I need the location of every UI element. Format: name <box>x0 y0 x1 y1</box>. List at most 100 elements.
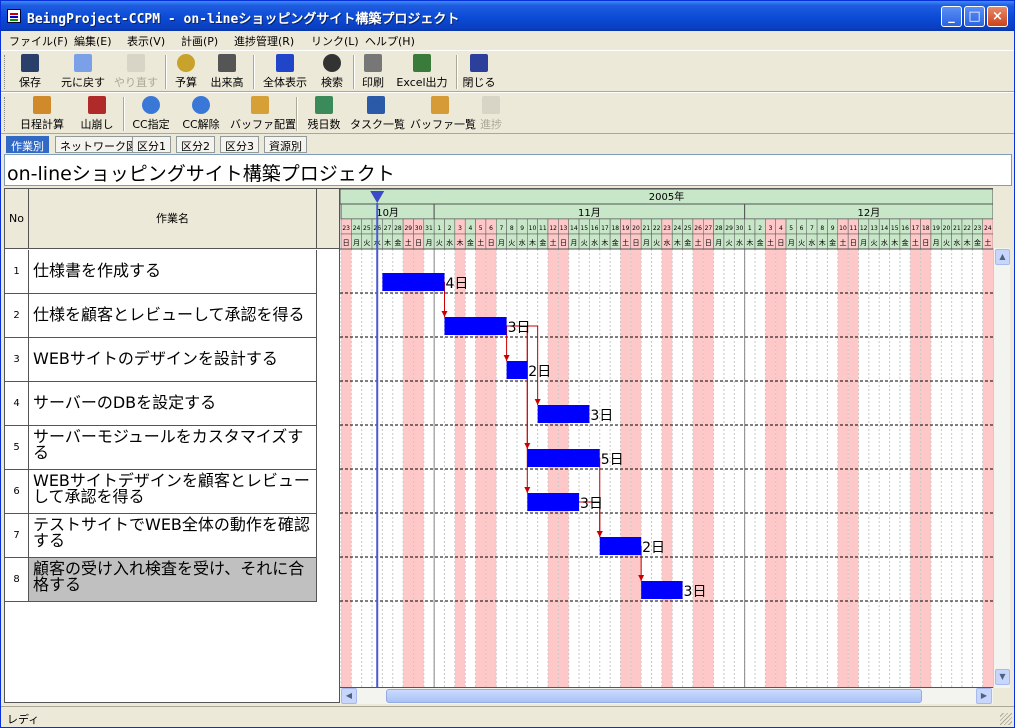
menu-plan[interactable]: 計画(P) <box>181 33 218 49</box>
table-row[interactable]: 1 仕様書を作成する <box>5 250 317 294</box>
year-label: 2005年 <box>649 190 684 203</box>
binoculars-icon <box>323 54 341 72</box>
progress-button[interactable]: 進捗 <box>476 96 506 134</box>
tab-category1[interactable]: 区分1 <box>132 136 171 153</box>
maximize-button[interactable]: □ <box>964 6 985 27</box>
gantt-svg[interactable]: 2005年10月11月12月23日24月25火26水27木28金29土30日31… <box>340 189 993 688</box>
menu-help[interactable]: ヘルプ(H) <box>365 33 415 49</box>
schedule-calc-button[interactable]: 日程計算 <box>13 96 71 134</box>
day-number: 9 <box>831 225 835 232</box>
table-row[interactable]: 2 仕様を顧客とレビューして承認を得る <box>5 294 317 338</box>
horizontal-scrollbar[interactable]: ◀ ▶ <box>340 688 993 704</box>
weekday-label: 木 <box>891 238 898 247</box>
view-tabs: 作業別 ネットワーク図 区分1 区分2 区分3 資源別 <box>1 135 1014 153</box>
menu-progress[interactable]: 進捗管理(R) <box>234 33 294 49</box>
print-button[interactable]: 印刷 <box>358 54 388 92</box>
menu-view[interactable]: 表示(V) <box>127 33 165 49</box>
task-bar <box>641 581 683 599</box>
earned-value-button[interactable]: 出来高 <box>206 54 248 92</box>
task-duration-label: 2日 <box>528 364 551 380</box>
day-number: 20 <box>943 225 951 232</box>
weekday-label: 日 <box>343 239 350 247</box>
table-row[interactable]: 3 WEBサイトのデザインを設計する <box>5 338 317 382</box>
day-number: 16 <box>591 225 599 232</box>
weekday-label: 月 <box>860 239 867 247</box>
table-row-selected[interactable]: 8 顧客の受け入れ検査を受け、それに合格する <box>5 558 317 602</box>
cc-clear-button[interactable]: CC解除 <box>178 96 224 134</box>
day-number: 6 <box>800 225 804 232</box>
menu-file[interactable]: ファイル(F) <box>9 33 68 49</box>
close-project-button[interactable]: 閉じる <box>462 54 496 92</box>
day-number: 24 <box>353 225 361 232</box>
toolbar-grip[interactable] <box>4 55 7 89</box>
gantt-chart[interactable]: 2005年10月11月12月23日24月25火26水27木28金29土30日31… <box>340 188 993 688</box>
day-number: 23 <box>974 225 982 232</box>
day-number: 30 <box>736 225 744 232</box>
remaining-days-icon <box>315 96 333 114</box>
excel-export-button[interactable]: Excel出力 <box>394 54 450 92</box>
day-number: 2 <box>758 225 762 232</box>
weekday-label: 木 <box>529 238 536 247</box>
tab-category3[interactable]: 区分3 <box>220 136 259 153</box>
buffer-list-button[interactable]: バッファ一覧 <box>410 96 476 134</box>
task-bar <box>382 273 445 291</box>
day-number: 1 <box>437 225 441 232</box>
scroll-down-button[interactable]: ▼ <box>995 669 1010 685</box>
cc-set-icon <box>142 96 160 114</box>
column-no[interactable]: No <box>5 189 29 249</box>
scroll-right-button[interactable]: ▶ <box>976 688 992 704</box>
weekday-label: 金 <box>757 238 764 247</box>
weekday-label: 土 <box>839 238 846 247</box>
scroll-up-button[interactable]: ▲ <box>995 249 1010 265</box>
dependency-arrowhead <box>441 311 448 317</box>
save-button[interactable]: 保存 <box>13 54 47 92</box>
task-duration-label: 5日 <box>601 452 624 468</box>
close-button[interactable]: × <box>987 6 1008 27</box>
table-row[interactable]: 6 WEBサイトデザインを顧客とレビューして承認を得る <box>5 470 317 514</box>
table-row[interactable]: 4 サーバーのDBを設定する <box>5 382 317 426</box>
day-number: 24 <box>674 225 682 232</box>
day-number: 17 <box>601 225 609 232</box>
scroll-left-button[interactable]: ◀ <box>341 688 357 704</box>
tab-network[interactable]: ネットワーク図 <box>55 136 142 153</box>
table-row[interactable]: 7 テストサイトでWEB全体の動作を確認する <box>5 514 317 558</box>
menu-edit[interactable]: 編集(E) <box>74 33 112 49</box>
budget-button[interactable]: 予算 <box>171 54 201 92</box>
weekday-label: 日 <box>488 239 495 247</box>
vertical-scrollbar[interactable]: ▲ ▼ <box>993 248 1010 688</box>
search-button[interactable]: 検索 <box>317 54 347 92</box>
leveling-button[interactable]: 山崩し <box>77 96 117 134</box>
table-row[interactable]: 5 サーバーモジュールをカスタマイズする <box>5 426 317 470</box>
menu-link[interactable]: リンク(L) <box>311 33 359 49</box>
tab-by-resource[interactable]: 資源別 <box>264 136 307 153</box>
column-task-name[interactable]: 作業名 <box>29 189 317 249</box>
show-all-button[interactable]: 全体表示 <box>259 54 311 92</box>
undo-button[interactable]: 元に戻す <box>58 54 108 92</box>
toolbar-grip-2[interactable] <box>4 97 7 131</box>
buffer-place-button[interactable]: バッファ配置 <box>230 96 296 134</box>
title-bar[interactable]: BeingProject-CCPM - on-lineショッピングサイト構築プロ… <box>1 1 1014 31</box>
day-number: 18 <box>611 225 619 232</box>
month-label: 11月 <box>578 207 601 219</box>
task-duration-label: 4日 <box>446 276 469 292</box>
weekday-label: 金 <box>902 238 909 247</box>
weekday-label: 日 <box>632 239 639 247</box>
day-number: 21 <box>953 225 961 232</box>
resize-grip[interactable] <box>1000 713 1012 725</box>
tab-by-task[interactable]: 作業別 <box>6 136 49 153</box>
remaining-days-button[interactable]: 残日数 <box>303 96 345 134</box>
redo-button[interactable]: やり直す <box>113 54 159 92</box>
weekday-label: 木 <box>964 238 971 247</box>
day-number: 10 <box>839 225 847 232</box>
day-number: 8 <box>820 225 824 232</box>
day-number: 14 <box>881 225 889 232</box>
cc-set-button[interactable]: CC指定 <box>129 96 173 134</box>
minimize-button[interactable]: _ <box>941 6 962 27</box>
weekday-label: 月 <box>570 239 577 247</box>
app-icon[interactable] <box>7 9 21 23</box>
scroll-thumb[interactable] <box>386 689 922 703</box>
day-number: 5 <box>789 225 793 232</box>
weekday-label: 日 <box>777 239 784 247</box>
tab-category2[interactable]: 区分2 <box>176 136 215 153</box>
task-list-button[interactable]: タスク一覧 <box>350 96 405 134</box>
